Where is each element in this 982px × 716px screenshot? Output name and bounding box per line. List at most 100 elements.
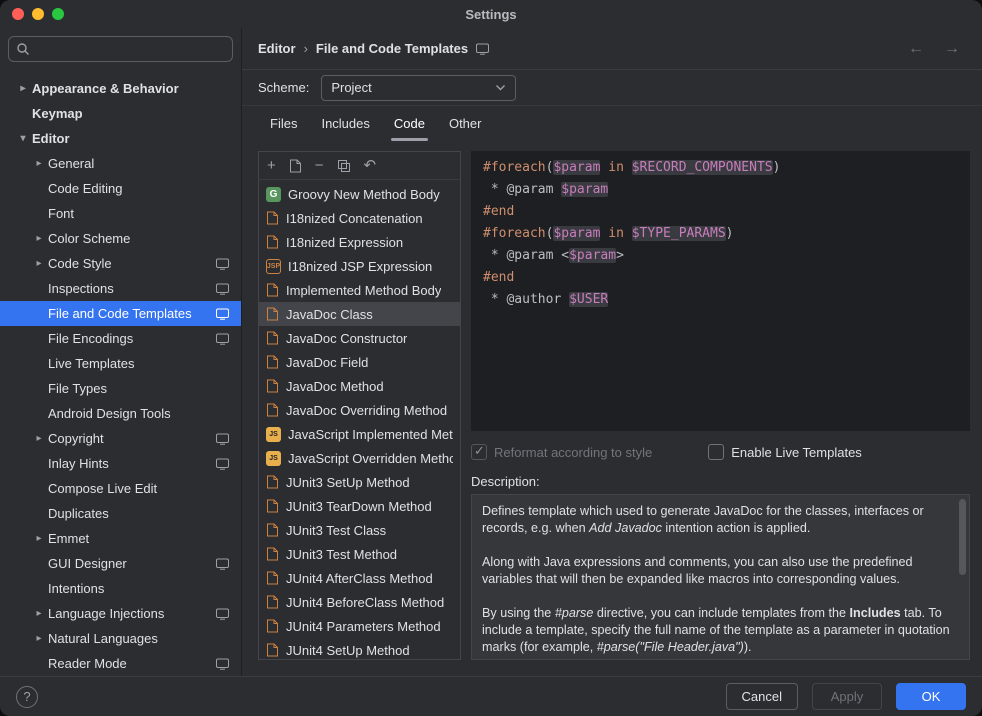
chevron-right-icon[interactable]: ▸ <box>30 633 48 644</box>
sidebar-item-duplicates[interactable]: Duplicates <box>0 501 241 526</box>
sidebar-item-reader-mode[interactable]: Reader Mode <box>0 651 241 676</box>
template-code-editor[interactable]: #foreach($param in $RECORD_COMPONENTS) *… <box>471 151 970 431</box>
tab-files[interactable]: Files <box>258 106 309 141</box>
template-item-javadoc-method[interactable]: JavaDoc Method <box>259 374 460 398</box>
template-item-junit3-test-class[interactable]: JUnit3 Test Class <box>259 518 460 542</box>
template-item-javadoc-class[interactable]: JavaDoc Class <box>259 302 460 326</box>
breadcrumb-parent[interactable]: Editor <box>258 41 296 56</box>
sidebar-item-copyright[interactable]: ▸Copyright <box>0 426 241 451</box>
tab-includes[interactable]: Includes <box>309 106 381 141</box>
enable-live-templates-checkbox[interactable]: Enable Live Templates <box>708 444 862 460</box>
sidebar-item-code-editing[interactable]: Code Editing <box>0 176 241 201</box>
template-item-junit3-teardown-method[interactable]: JUnit3 TearDown Method <box>259 494 460 518</box>
code-token: in <box>608 226 624 241</box>
template-item-junit4-beforeclass-method[interactable]: JUnit4 BeforeClass Method <box>259 590 460 614</box>
template-item-javadoc-constructor[interactable]: JavaDoc Constructor <box>259 326 460 350</box>
template-item-javadoc-overriding-method[interactable]: JavaDoc Overriding Method <box>259 398 460 422</box>
chevron-right-icon[interactable]: ▸ <box>30 533 48 544</box>
monitor-icon <box>216 658 229 670</box>
reformat-checkbox[interactable]: Reformat according to style <box>471 444 652 460</box>
back-icon[interactable]: ← <box>902 40 930 58</box>
template-item-junit4-parameters-method[interactable]: JUnit4 Parameters Method <box>259 614 460 638</box>
template-item-i18nized-jsp-expression[interactable]: JSPI18nized JSP Expression <box>259 254 460 278</box>
duplicate-template-icon[interactable] <box>337 159 351 173</box>
chevron-down-icon[interactable]: ▾ <box>14 133 32 144</box>
code-token: #foreach <box>483 160 546 175</box>
code-line: #foreach($param in $TYPE_PARAMS) <box>483 223 958 245</box>
code-token: ) <box>773 160 781 175</box>
chevron-right-icon[interactable]: ▸ <box>14 83 32 94</box>
sidebar-item-file-and-code-templates[interactable]: File and Code Templates <box>0 301 241 326</box>
template-item-junit3-setup-method[interactable]: JUnit3 SetUp Method <box>259 470 460 494</box>
cancel-button[interactable]: Cancel <box>726 683 798 710</box>
add-template-icon[interactable]: + <box>267 159 276 173</box>
sidebar-item-label: Keymap <box>32 106 241 121</box>
create-child-template-icon[interactable] <box>289 159 302 173</box>
forward-icon[interactable]: → <box>938 40 966 58</box>
tab-label: Files <box>270 116 297 131</box>
reset-to-default-icon[interactable]: ↶ <box>364 159 377 173</box>
sidebar-item-language-injections[interactable]: ▸Language Injections <box>0 601 241 626</box>
template-item-junit4-afterclass-method[interactable]: JUnit4 AfterClass Method <box>259 566 460 590</box>
template-item-i18nized-expression[interactable]: I18nized Expression <box>259 230 460 254</box>
remove-template-icon[interactable]: − <box>315 159 324 173</box>
sidebar-item-editor[interactable]: ▾Editor <box>0 126 241 151</box>
sidebar-item-label: File Types <box>48 381 241 396</box>
tab-code[interactable]: Code <box>382 106 437 141</box>
template-item-groovy-new-method-body[interactable]: GGroovy New Method Body <box>259 182 460 206</box>
tab-other[interactable]: Other <box>437 106 494 141</box>
sidebar-item-natural-languages[interactable]: ▸Natural Languages <box>0 626 241 651</box>
sidebar-item-live-templates[interactable]: Live Templates <box>0 351 241 376</box>
apply-button[interactable]: Apply <box>812 683 882 710</box>
scrollbar-thumb[interactable] <box>959 499 966 575</box>
template-item-label: JavaDoc Constructor <box>286 331 407 346</box>
ok-button[interactable]: OK <box>896 683 966 710</box>
sidebar-item-code-style[interactable]: ▸Code Style <box>0 251 241 276</box>
sidebar-item-label: Natural Languages <box>48 631 241 646</box>
chevron-right-icon[interactable]: ▸ <box>30 233 48 244</box>
sidebar-item-compose-live-edit[interactable]: Compose Live Edit <box>0 476 241 501</box>
sidebar-item-appearance-behavior[interactable]: ▸Appearance & Behavior <box>0 76 241 101</box>
sidebar-item-label: Inspections <box>48 281 216 296</box>
template-list-toolbar: + − ↶ <box>259 152 460 180</box>
sidebar-item-android-design-tools[interactable]: Android Design Tools <box>0 401 241 426</box>
template-item-junit4-setup-method[interactable]: JUnit4 SetUp Method <box>259 638 460 659</box>
sidebar-item-general[interactable]: ▸General <box>0 151 241 176</box>
help-button[interactable]: ? <box>16 686 38 708</box>
chevron-right-icon[interactable]: ▸ <box>30 433 48 444</box>
template-item-junit3-test-method[interactable]: JUnit3 Test Method <box>259 542 460 566</box>
chevron-right-icon[interactable]: ▸ <box>30 258 48 269</box>
chevron-right-icon[interactable]: ▸ <box>30 158 48 169</box>
description-segment: Add Javadoc <box>589 521 662 535</box>
code-token: $param <box>553 226 600 241</box>
template-item-javascript-implemented-meth[interactable]: JSJavaScript Implemented Meth <box>259 422 460 446</box>
sidebar-item-label: Android Design Tools <box>48 406 241 421</box>
sidebar-item-font[interactable]: Font <box>0 201 241 226</box>
scheme-value: Project <box>331 80 489 95</box>
sidebar-item-intentions[interactable]: Intentions <box>0 576 241 601</box>
file-template-icon <box>266 499 279 513</box>
scheme-select[interactable]: Project <box>321 75 516 101</box>
sidebar-item-keymap[interactable]: Keymap <box>0 101 241 126</box>
settings-search-box[interactable] <box>8 36 233 62</box>
sidebar-item-inlay-hints[interactable]: Inlay Hints <box>0 451 241 476</box>
chevron-right-icon[interactable]: ▸ <box>30 608 48 619</box>
minimize-window-button[interactable] <box>32 8 44 20</box>
sidebar-item-gui-designer[interactable]: GUI Designer <box>0 551 241 576</box>
template-item-i18nized-concatenation[interactable]: I18nized Concatenation <box>259 206 460 230</box>
file-template-icon <box>266 523 279 537</box>
sidebar-item-emmet[interactable]: ▸Emmet <box>0 526 241 551</box>
sidebar-item-label: Duplicates <box>48 506 241 521</box>
close-window-button[interactable] <box>12 8 24 20</box>
sidebar-item-file-encodings[interactable]: File Encodings <box>0 326 241 351</box>
template-item-implemented-method-body[interactable]: Implemented Method Body <box>259 278 460 302</box>
zoom-window-button[interactable] <box>52 8 64 20</box>
file-template-icon <box>266 619 279 633</box>
settings-search-input[interactable] <box>35 41 225 58</box>
template-item-javascript-overridden-metho[interactable]: JSJavaScript Overridden Metho <box>259 446 460 470</box>
sidebar-item-file-types[interactable]: File Types <box>0 376 241 401</box>
sidebar-item-inspections[interactable]: Inspections <box>0 276 241 301</box>
sidebar-item-color-scheme[interactable]: ▸Color Scheme <box>0 226 241 251</box>
code-line: * @param <$param> <box>483 245 958 267</box>
template-item-javadoc-field[interactable]: JavaDoc Field <box>259 350 460 374</box>
